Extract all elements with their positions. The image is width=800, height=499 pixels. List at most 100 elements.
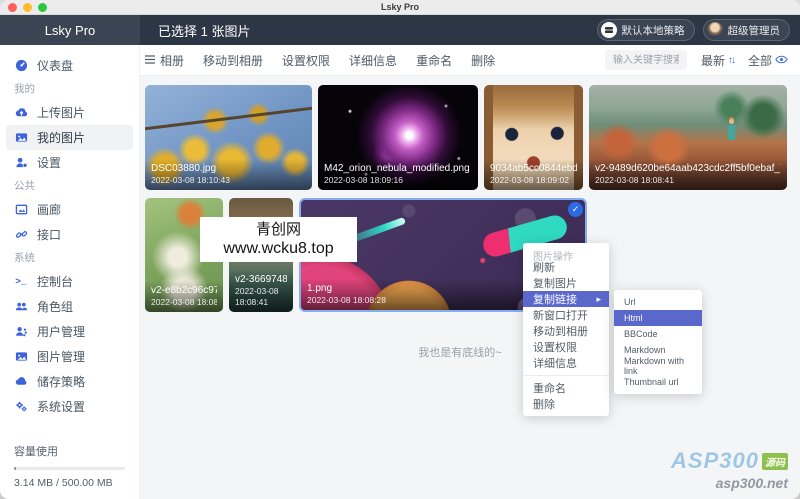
submenu-item-thumbnail-url[interactable]: Thumbnail url (614, 374, 702, 390)
sidebar-item-label: 用户管理 (37, 323, 85, 340)
gallery-icon (14, 203, 28, 217)
user-menu-button[interactable]: 超级管理员 (703, 19, 791, 41)
storage-strategy-icon (601, 22, 617, 38)
menu-item-move-to-album[interactable]: 移动到相册 (523, 323, 609, 339)
image-filename: v2-36697487... (235, 273, 287, 286)
images-icon (14, 131, 28, 145)
sidebar-item-label: 图片管理 (37, 348, 85, 365)
app-header: Lsky Pro 已选择 1 张图片 默认本地策略 超级管理员 (0, 15, 800, 45)
app-window: Lsky Pro Lsky Pro 已选择 1 张图片 默认本地策略 超级管理员… (0, 0, 800, 499)
dashboard-icon (14, 59, 28, 73)
selected-check-icon[interactable]: ✓ (568, 202, 583, 217)
submenu-arrow-icon: ▸ (596, 294, 601, 305)
watermark-badge: 源码 (762, 453, 788, 470)
copy-link-submenu: Url Html BBCode Markdown Markdown with l… (614, 290, 702, 394)
eye-icon (775, 53, 788, 67)
image-grid: DSC03880.jpg 2022-03-08 18:10:43 M42_ori… (140, 76, 800, 499)
brand-logo[interactable]: Lsky Pro (0, 15, 140, 45)
capacity-usage-value: 3.14 MB / 500.00 MB (14, 477, 125, 489)
menu-item-delete[interactable]: 删除 (523, 396, 609, 412)
menu-item-set-permission[interactable]: 设置权限 (523, 339, 609, 355)
image-filename: 9034ab5cc0844ebdbb39dc.. (490, 162, 577, 175)
search-input[interactable] (605, 50, 687, 70)
corner-watermark: ASP300 源码 asp300.net (671, 448, 788, 491)
sidebar-item-label: 上传图片 (37, 104, 85, 121)
set-permission-button[interactable]: 设置权限 (282, 52, 330, 69)
link-icon (14, 228, 28, 242)
sidebar-item-api[interactable]: 接口 (0, 222, 139, 247)
context-menu-title: 图片操作 (523, 247, 609, 259)
capacity-usage-bar (14, 467, 125, 470)
image-datetime: 2022-03-08 18:08:41 (151, 297, 217, 308)
sidebar-item-label: 设置 (37, 154, 61, 171)
submenu-item-url[interactable]: Url (614, 294, 702, 310)
sidebar-item-image-management[interactable]: 图片管理 (0, 344, 139, 369)
sidebar: 仪表盘 我的 上传图片 我的图片 设置 公共 画廊 接口 系统 >_ 控制台 (0, 45, 140, 499)
image-datetime: 2022-03-08 18:09:02 (490, 175, 577, 186)
sidebar-item-user-management[interactable]: 用户管理 (0, 319, 139, 344)
sidebar-item-dashboard[interactable]: 仪表盘 (0, 53, 139, 78)
sidebar-item-console[interactable]: >_ 控制台 (0, 269, 139, 294)
sidebar-item-label: 画廊 (37, 201, 61, 218)
sidebar-item-label: 角色组 (37, 298, 73, 315)
sidebar-item-storage[interactable]: 储存策略 (0, 369, 139, 394)
image-datetime: 2022-03-08 18:10:43 (151, 175, 306, 186)
menu-item-detail-info[interactable]: 详细信息 (523, 355, 609, 371)
sidebar-item-label: 我的图片 (37, 129, 85, 146)
capacity-usage-fill (14, 467, 16, 470)
image-datetime: 2022-03-08 18:08:41 (595, 175, 781, 186)
storage-strategy-button[interactable]: 默认本地策略 (597, 19, 695, 41)
thumbnail-decoration (145, 105, 312, 130)
watermark-site-name: 青创网 (256, 220, 301, 239)
submenu-item-html[interactable]: Html (614, 310, 702, 326)
image-card[interactable]: DSC03880.jpg 2022-03-08 18:10:43 (145, 85, 312, 190)
selection-toolbar: 相册 移动到相册 设置权限 详细信息 重命名 删除 最新 ↑↓ 全部 (140, 45, 800, 76)
sidebar-item-my-images[interactable]: 我的图片 (6, 125, 133, 150)
submenu-item-bbcode[interactable]: BBCode (614, 326, 702, 342)
sidebar-item-system-settings[interactable]: 系统设置 (0, 394, 139, 419)
sidebar-section-public: 公共 (0, 175, 139, 197)
image-filename: M42_orion_nebula_modified.png (324, 162, 472, 175)
watermark-site-url: www.wcku8.top (223, 239, 333, 259)
user-group-icon (14, 300, 28, 314)
detail-info-button[interactable]: 详细信息 (349, 52, 397, 69)
delete-button[interactable]: 删除 (471, 52, 495, 69)
user-settings-icon (14, 156, 28, 170)
sidebar-item-label: 系统设置 (37, 398, 85, 415)
sidebar-item-label: 仪表盘 (37, 57, 73, 74)
sidebar-section-system: 系统 (0, 247, 139, 269)
image-card[interactable]: 9034ab5cc0844ebdbb39dc.. 2022-03-08 18:0… (484, 85, 583, 190)
macos-titlebar: Lsky Pro (0, 0, 800, 15)
image-card[interactable]: v2-9489d620be64aab423cdc2ff5bf0ebaf_720w… (589, 85, 787, 190)
watermark-domain: asp300.net (671, 475, 788, 491)
image-context-menu: 图片操作 刷新 复制图片 复制链接 ▸ 新窗口打开 移动到相册 设置权限 详细信… (523, 243, 609, 416)
sort-arrows-icon: ↑↓ (728, 55, 734, 66)
move-to-album-button[interactable]: 移动到相册 (203, 52, 263, 69)
image-filename: DSC03880.jpg (151, 162, 306, 175)
sidebar-item-label: 储存策略 (37, 373, 85, 390)
gears-icon (14, 400, 28, 414)
album-button[interactable]: 相册 (145, 52, 184, 69)
sidebar-item-gallery[interactable]: 画廊 (0, 197, 139, 222)
menu-item-copy-link[interactable]: 复制链接 ▸ (523, 291, 609, 307)
menu-item-copy-image[interactable]: 复制图片 (523, 275, 609, 291)
menu-item-rename[interactable]: 重命名 (523, 380, 609, 396)
image-datetime: 2022-03-08 18:08:41 (235, 286, 287, 308)
rename-button[interactable]: 重命名 (416, 52, 452, 69)
sidebar-item-upload[interactable]: 上传图片 (0, 100, 139, 125)
image-card[interactable]: M42_orion_nebula_modified.png 2022-03-08… (318, 85, 478, 190)
sidebar-item-roles[interactable]: 角色组 (0, 294, 139, 319)
storage-strategy-label: 默认本地策略 (622, 23, 685, 38)
submenu-item-markdown-with-link[interactable]: Markdown with link (614, 358, 702, 374)
image-filename: v2-e8b2c96c975f... (151, 284, 217, 297)
cloud-upload-icon (14, 106, 28, 120)
image-filename: v2-9489d620be64aab423cdc2ff5bf0ebaf_720w… (595, 162, 781, 175)
sidebar-section-my: 我的 (0, 78, 139, 100)
sidebar-item-settings[interactable]: 设置 (0, 150, 139, 175)
menu-item-open-new-window[interactable]: 新窗口打开 (523, 307, 609, 323)
visibility-filter-button[interactable]: 全部 (748, 52, 788, 69)
sort-button[interactable]: 最新 ↑↓ (701, 52, 734, 69)
capacity-usage-label: 容量使用 (14, 443, 125, 459)
image-cog-icon (14, 350, 28, 364)
capacity-usage: 容量使用 3.14 MB / 500.00 MB (14, 443, 125, 489)
